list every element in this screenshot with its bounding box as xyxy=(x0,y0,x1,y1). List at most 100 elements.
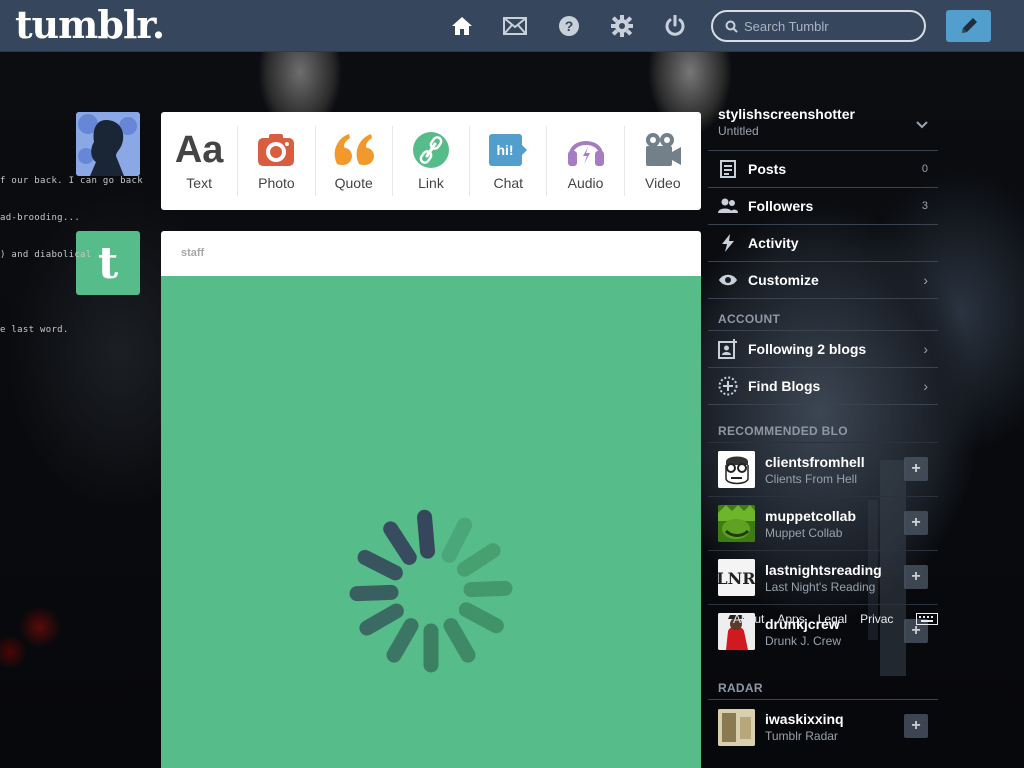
posts-icon xyxy=(718,159,738,179)
post-type-label: Photo xyxy=(258,175,295,191)
video-camera-icon xyxy=(644,131,682,169)
power-icon[interactable] xyxy=(663,14,687,38)
loading-spinner-icon xyxy=(349,509,513,673)
sidebar-item-label: Following 2 blogs xyxy=(748,341,867,357)
svg-text:?: ? xyxy=(565,18,574,34)
blog-title: Clients From Hell xyxy=(765,471,858,486)
tumblr-logo[interactable]: tumblr. xyxy=(15,4,165,46)
post-type-label: Audio xyxy=(567,175,604,191)
account-section-title: ACCOUNT xyxy=(708,298,938,330)
dashboard-post: staff xyxy=(161,231,701,768)
radar-section-title: RADAR xyxy=(708,658,938,700)
silhouette-icon xyxy=(76,112,140,176)
post-type-label: Video xyxy=(645,175,681,191)
follow-button[interactable]: + xyxy=(904,565,928,589)
sidebar-item-customize[interactable]: Customize › xyxy=(708,261,938,298)
post-type-bar: Aa Text Photo Quote Link hi! Chat Audio xyxy=(161,112,701,210)
follow-button[interactable]: + xyxy=(904,511,928,535)
gear-icon[interactable] xyxy=(610,14,634,38)
link-icon xyxy=(412,131,449,169)
blog-name[interactable]: lastnightsreading xyxy=(765,562,882,578)
search-icon xyxy=(725,20,738,33)
blog-avatar[interactable] xyxy=(718,708,755,746)
chevron-down-icon[interactable] xyxy=(916,116,928,134)
footer-link-privacy[interactable]: Privac xyxy=(860,612,893,626)
radar-blog[interactable]: iwaskixxinq Tumblr Radar + xyxy=(708,700,938,754)
chat-icon: hi! xyxy=(488,131,528,169)
blog-avatar[interactable]: LNR xyxy=(718,559,755,596)
footer-link-about[interactable]: About xyxy=(733,612,764,626)
post-type-quote[interactable]: Quote xyxy=(316,126,393,196)
user-avatar[interactable] xyxy=(76,112,140,176)
sidebar-item-label: Find Blogs xyxy=(748,378,821,394)
post-type-label: Chat xyxy=(493,175,524,191)
top-navigation-bar: tumblr. ? xyxy=(0,0,1024,52)
following-icon xyxy=(718,339,738,359)
footer-link-legal[interactable]: Legal xyxy=(818,612,847,626)
background-text: f our back. I can go back xyxy=(0,176,143,186)
mail-icon[interactable] xyxy=(503,14,527,38)
svg-text:t: t xyxy=(98,240,119,286)
headphones-icon xyxy=(567,131,605,169)
sidebar-item-activity[interactable]: Activity xyxy=(708,224,938,261)
post-type-label: Quote xyxy=(334,175,373,191)
right-sidebar: stylishscreenshotter Untitled Posts 0 Fo… xyxy=(708,100,938,754)
blog-avatar[interactable] xyxy=(718,451,755,488)
sidebar-item-following[interactable]: Following 2 blogs › xyxy=(708,330,938,367)
post-content xyxy=(161,276,701,768)
post-type-video[interactable]: Video xyxy=(625,126,701,196)
blog-title: Tumblr Radar xyxy=(765,729,838,743)
recommended-blog[interactable]: muppetcollab Muppet Collab + xyxy=(708,496,938,550)
camera-icon xyxy=(257,131,295,169)
footer-link-apps[interactable]: Apps xyxy=(777,612,804,626)
chevron-right-icon: › xyxy=(923,341,928,357)
sidebar-item-label: Posts xyxy=(748,161,787,177)
blog-avatar[interactable] xyxy=(718,505,755,542)
sidebar-item-label: Followers xyxy=(748,198,814,214)
compose-button[interactable] xyxy=(946,10,991,42)
post-type-audio[interactable]: Audio xyxy=(547,126,625,196)
recommended-blog[interactable]: LNR lastnightsreading Last Night's Readi… xyxy=(708,550,938,604)
sidebar-item-followers[interactable]: Followers 3 xyxy=(708,187,938,224)
post-type-label: Text xyxy=(186,175,212,191)
blog-header[interactable]: stylishscreenshotter Untitled xyxy=(708,100,938,150)
background-text: ) and diabolical xyxy=(0,250,92,260)
sidebar-item-label: Customize xyxy=(748,272,819,288)
quote-icon xyxy=(333,131,375,169)
post-type-chat[interactable]: hi! Chat xyxy=(470,126,548,196)
home-icon[interactable] xyxy=(450,14,474,38)
search-box[interactable] xyxy=(711,10,926,42)
blog-title: Muppet Collab xyxy=(765,525,843,540)
blog-name[interactable]: iwaskixxinq xyxy=(765,711,844,727)
sidebar-item-label: Activity xyxy=(748,235,799,251)
svg-text:hi!: hi! xyxy=(497,142,514,158)
keyboard-icon[interactable] xyxy=(916,612,938,630)
chevron-right-icon: › xyxy=(923,378,928,394)
sidebar-item-posts[interactable]: Posts 0 xyxy=(708,150,938,187)
blog-name[interactable]: muppetcollab xyxy=(765,508,856,524)
text-icon: Aa xyxy=(174,128,224,171)
sidebar-item-find-blogs[interactable]: Find Blogs › xyxy=(708,367,938,404)
footer-links: About Apps Legal Privac xyxy=(733,612,893,626)
recommended-section-title: RECOMMENDED BLO xyxy=(708,404,938,442)
followers-count: 3 xyxy=(921,200,928,212)
background-text: e last word. xyxy=(0,325,69,335)
follow-button[interactable]: + xyxy=(904,457,928,481)
help-icon[interactable]: ? xyxy=(557,14,581,38)
search-input[interactable] xyxy=(744,18,914,34)
blog-name[interactable]: clientsfromhell xyxy=(765,454,865,470)
post-type-label: Link xyxy=(418,175,444,191)
post-type-text[interactable]: Aa Text xyxy=(161,126,239,196)
blog-name[interactable]: stylishscreenshotter xyxy=(718,106,928,122)
post-type-link[interactable]: Link xyxy=(393,126,471,196)
blog-title: Last Night's Reading xyxy=(765,579,876,594)
recommended-blog[interactable]: clientsfromhell Clients From Hell + xyxy=(708,442,938,496)
blog-title: Untitled xyxy=(718,124,759,138)
eye-icon xyxy=(718,270,738,290)
post-type-photo[interactable]: Photo xyxy=(238,126,316,196)
follow-button[interactable]: + xyxy=(904,714,928,738)
post-author[interactable]: staff xyxy=(161,231,701,276)
svg-text:LNR: LNR xyxy=(718,569,755,588)
staff-avatar[interactable]: t xyxy=(76,231,140,295)
background-text: ad-brooding... xyxy=(0,213,81,223)
